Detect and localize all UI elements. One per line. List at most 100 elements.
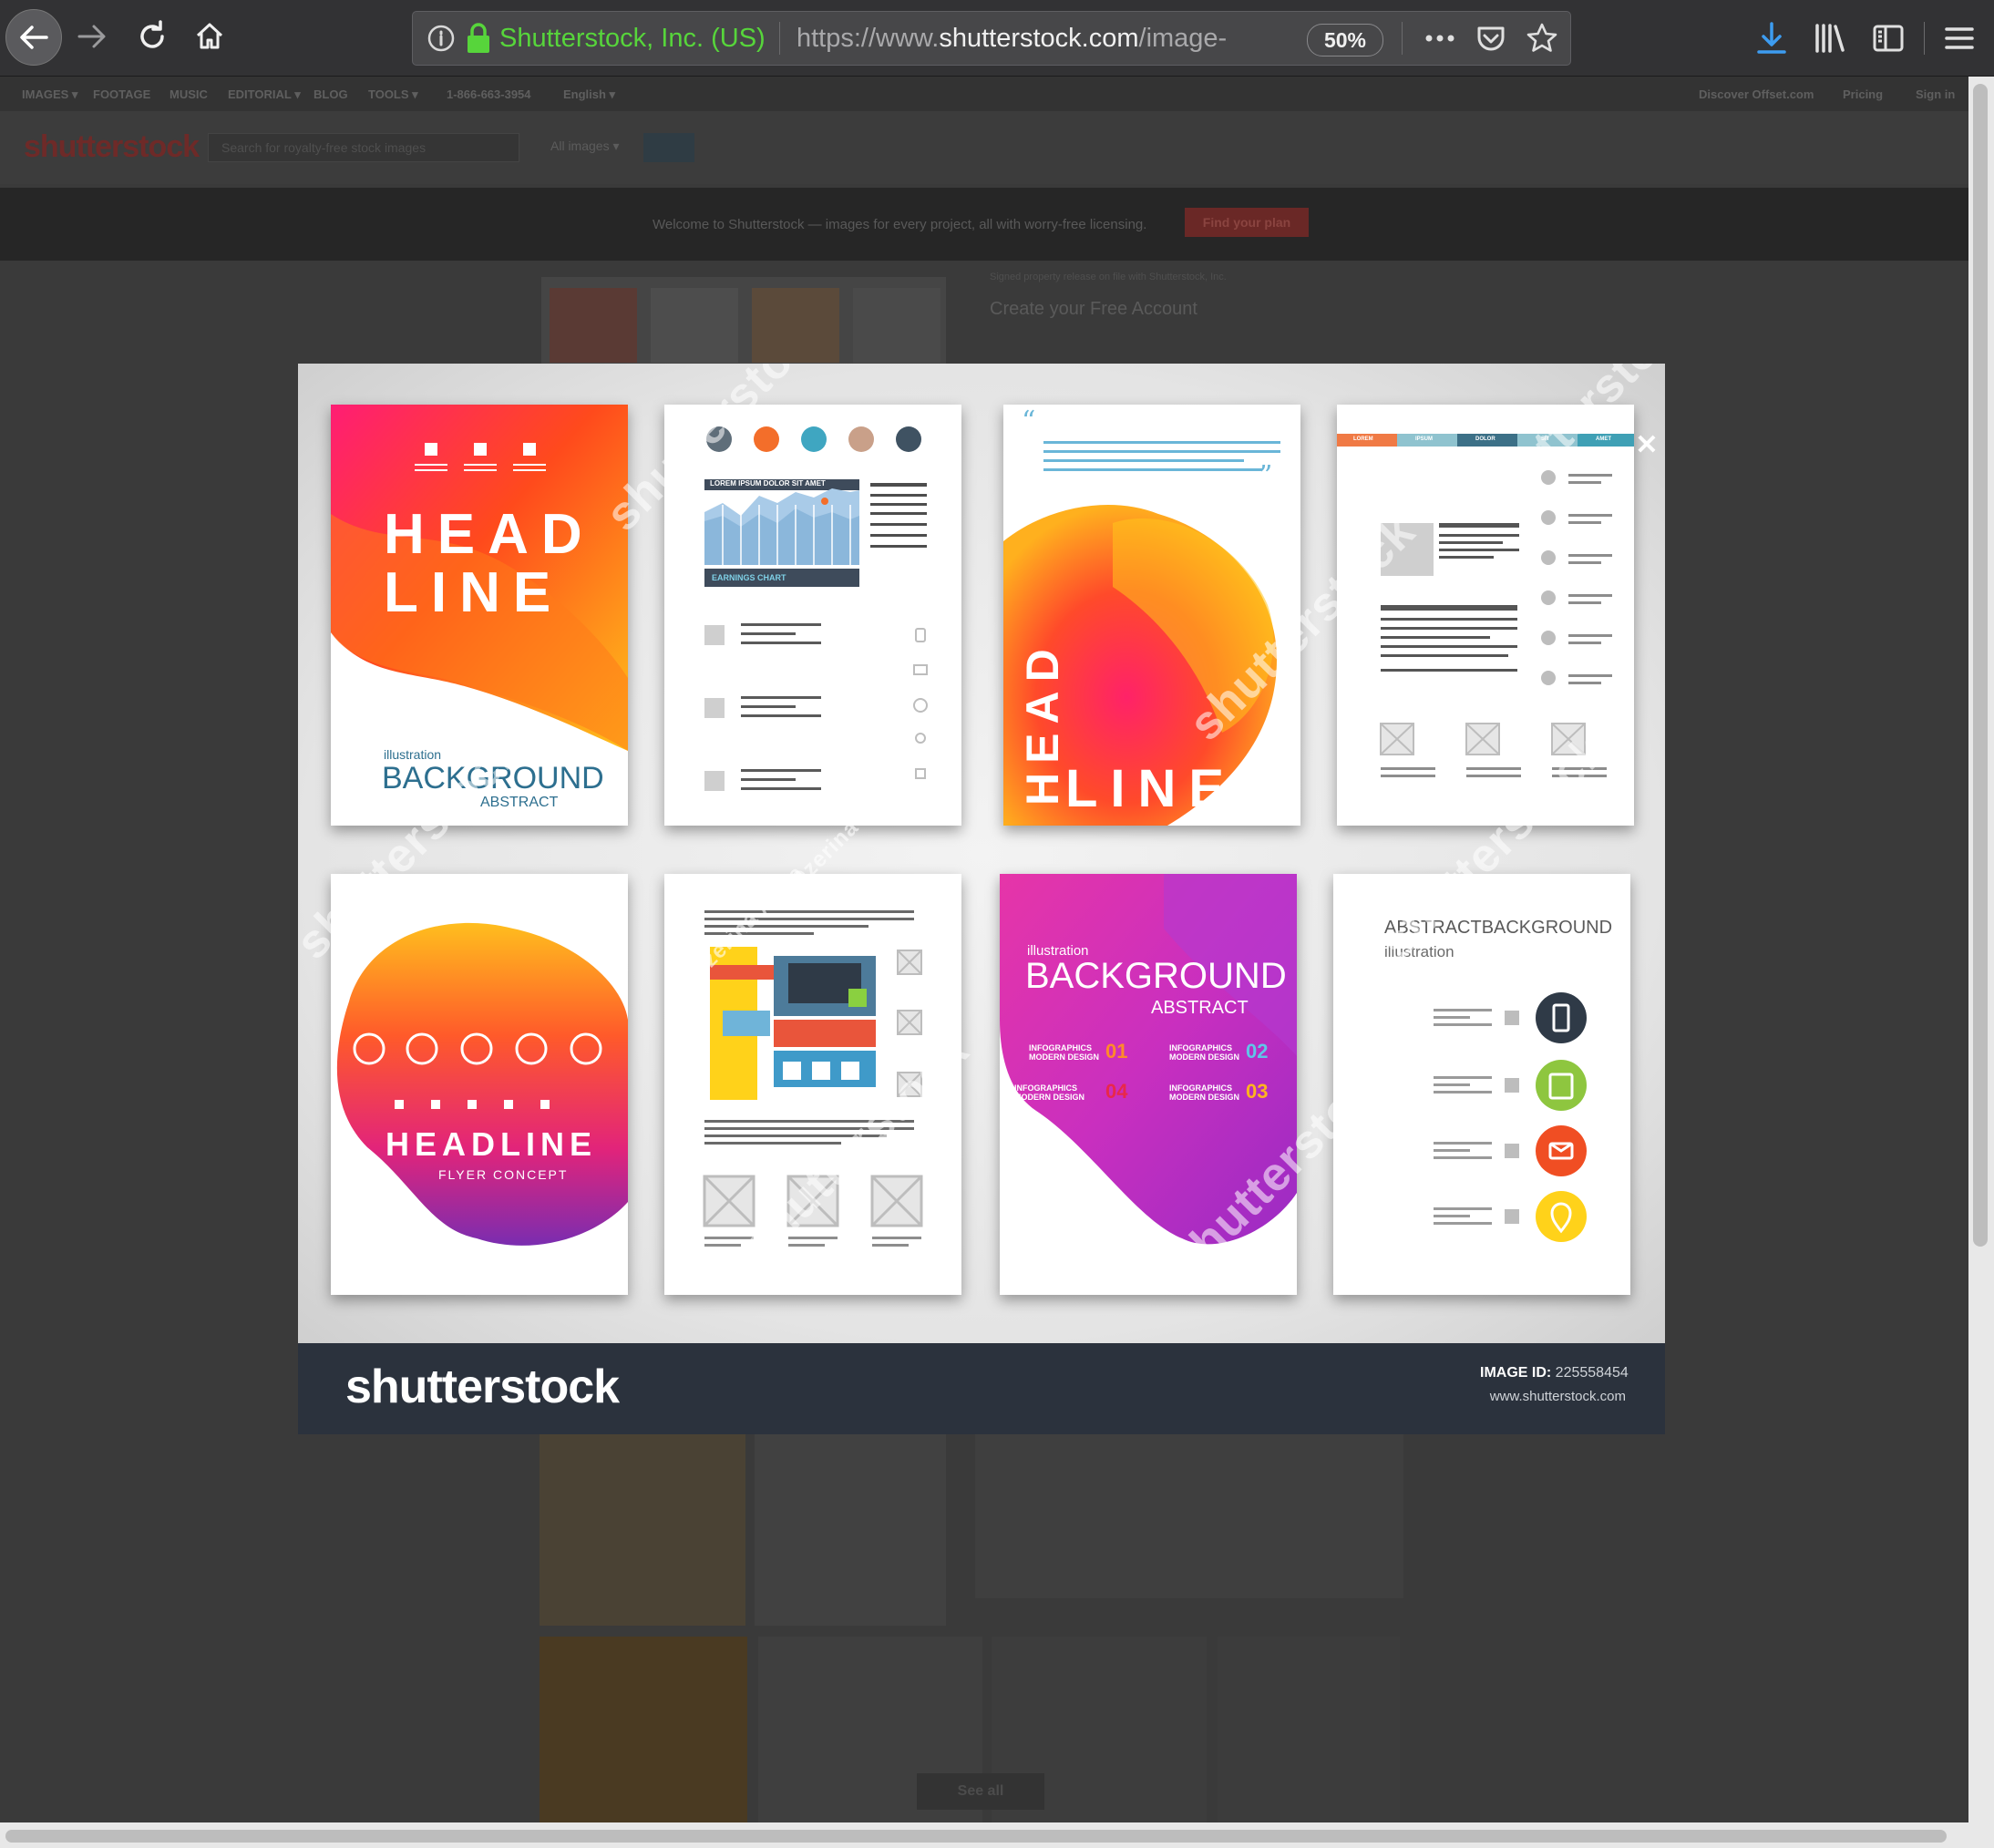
card-big-label: BACKGROUND	[1025, 956, 1287, 996]
site-identity[interactable]: Shutterstock, Inc. (US)	[499, 11, 766, 66]
nav-item-music[interactable]: MUSIC	[170, 87, 208, 101]
page-actions-icon[interactable]	[1424, 24, 1456, 53]
info-sub: MODERN DESIGN	[1014, 1093, 1085, 1102]
related-thumbnail[interactable]	[1218, 1637, 1400, 1822]
card-headline-line1: HEAD	[384, 503, 595, 566]
related-thumbnail[interactable]	[540, 1637, 747, 1822]
divider	[1924, 22, 1925, 55]
image-id-value: 225558454	[1555, 1365, 1629, 1381]
vertical-scrollbar-thumb[interactable]	[1973, 84, 1988, 1247]
horizontal-scrollbar-thumb[interactable]	[5, 1830, 1947, 1843]
nav-item-images[interactable]: IMAGES ▾	[22, 87, 77, 102]
site-logo[interactable]: shutterstock	[24, 129, 200, 165]
image-type-filter[interactable]: All images ▾	[550, 139, 620, 154]
url-domain: shutterstock.com	[939, 24, 1139, 53]
nav-offset-link[interactable]: Discover Offset.com	[1699, 87, 1814, 101]
related-thumbnail[interactable]	[540, 1434, 745, 1626]
thumbnail[interactable]	[651, 288, 738, 363]
card-small-label: illustration	[384, 747, 442, 762]
browser-toolbar: Shutterstock, Inc. (US) https://www.shut…	[0, 0, 1994, 77]
close-icon[interactable]: ✕	[1633, 432, 1660, 459]
info-number-01: 01	[1105, 1040, 1128, 1063]
promo-banner: Welcome to Shutterstock — images for eve…	[0, 188, 1968, 261]
divider	[1402, 22, 1403, 55]
info-label: INFOGRAPHICS	[1169, 1083, 1233, 1093]
nav-pricing[interactable]: Pricing	[1843, 87, 1883, 101]
url-separator	[779, 22, 780, 55]
tab-label-1: LOREM	[1353, 436, 1373, 442]
nav-phone[interactable]: 1-866-663-3954	[447, 87, 531, 101]
info-block-03: INFOGRAPHICS MODERN DESIGN	[1169, 1083, 1239, 1102]
search-button[interactable]	[643, 133, 694, 162]
info-number-04: 04	[1105, 1080, 1128, 1103]
card-sub-label: FLYER CONCEPT	[438, 1167, 569, 1182]
site-header: shutterstock Search for royalty-free sto…	[0, 111, 1968, 184]
infographic-layout	[704, 426, 928, 791]
related-thumbnail[interactable]	[755, 1434, 946, 1626]
nav-item-tools[interactable]: TOOLS ▾	[368, 87, 418, 102]
url-path: /image-	[1138, 24, 1228, 53]
see-all-button[interactable]: See all	[917, 1773, 1044, 1810]
lock-icon	[465, 22, 492, 55]
thumbnail[interactable]	[853, 288, 940, 363]
tab-label-5: AMET	[1596, 436, 1611, 442]
bookmark-star-icon[interactable]	[1526, 22, 1558, 55]
earnings-chart-label: EARNINGS CHART	[712, 573, 786, 582]
site-url-label: www.shutterstock.com	[1489, 1389, 1626, 1404]
shutterstock-logo: shutterstock	[345, 1360, 620, 1413]
card-headline-vertical: HEAD	[1017, 640, 1068, 806]
image-preview-modal: HEAD LINE illustration BACKGROUND ABSTRA…	[298, 364, 1665, 1434]
site-top-nav: IMAGES ▾ FOOTAGE MUSIC EDITORIAL ▾ BLOG …	[0, 77, 1968, 111]
nav-item-editorial[interactable]: EDITORIAL ▾	[228, 87, 301, 102]
image-id: IMAGE ID: 225558454	[1480, 1365, 1629, 1381]
create-account-heading[interactable]: Create your Free Account	[990, 299, 1197, 320]
svg-text:“: “	[1022, 406, 1035, 437]
reload-icon	[140, 20, 164, 48]
search-input[interactable]: Search for royalty-free stock images	[208, 133, 519, 162]
page-info-icon[interactable]	[427, 24, 456, 53]
modal-footer: shutterstock IMAGE ID: 225558454 www.shu…	[298, 1343, 1665, 1434]
tab-label-3: DOLOR	[1475, 436, 1496, 442]
watercolor-splash	[336, 922, 628, 1246]
downloads-icon[interactable]	[1753, 20, 1790, 56]
info-number-02: 02	[1246, 1040, 1269, 1063]
search-placeholder: Search for royalty-free stock images	[221, 140, 427, 155]
pocket-icon[interactable]	[1475, 22, 1507, 55]
find-plan-button[interactable]: Find your plan	[1185, 208, 1309, 237]
url-text[interactable]: https://www.shutterstock.com/image-	[797, 11, 1234, 66]
reload-button[interactable]	[126, 10, 179, 63]
info-label: INFOGRAPHICS	[1169, 1043, 1233, 1052]
back-button[interactable]	[5, 9, 62, 66]
info-label: INFOGRAPHICS	[1029, 1043, 1093, 1052]
library-icon[interactable]	[1812, 20, 1848, 56]
zoom-level-badge[interactable]: 50%	[1307, 24, 1383, 56]
home-icon	[196, 23, 223, 49]
preview-image: HEAD LINE illustration BACKGROUND ABSTRA…	[298, 364, 1665, 1343]
flyer-headline-concept: HEADLINE FLYER CONCEPT	[331, 874, 628, 1295]
info-number-03: 03	[1246, 1080, 1269, 1103]
card-headline-horizontal: LINE	[1065, 759, 1238, 818]
card-sub-label: ABSTRACT	[1151, 998, 1249, 1018]
card-headline-line2: LINE	[384, 561, 564, 624]
arrow-left-icon	[20, 26, 48, 49]
home-button[interactable]	[183, 10, 236, 63]
nav-item-blog[interactable]: BLOG	[313, 87, 348, 101]
menu-icon[interactable]	[1941, 20, 1978, 56]
info-block-01: INFOGRAPHICS MODERN DESIGN	[1029, 1043, 1099, 1062]
nav-item-footage[interactable]: FOOTAGE	[93, 87, 150, 101]
nav-sign-in[interactable]: Sign in	[1916, 87, 1955, 101]
nav-language[interactable]: English ▾	[563, 87, 615, 102]
svg-text:”: ”	[1259, 460, 1272, 492]
promo-text: Welcome to Shutterstock — images for eve…	[653, 217, 1147, 232]
thumbnail[interactable]	[550, 288, 637, 363]
related-thumbnail[interactable]	[975, 1434, 1403, 1598]
info-sub: MODERN DESIGN	[1169, 1093, 1240, 1102]
info-block-02: INFOGRAPHICS MODERN DESIGN	[1169, 1043, 1239, 1062]
flyer-earnings-chart: LOREM IPSUM DOLOR SIT AMET EARNINGS CHAR…	[664, 405, 961, 826]
forward-button[interactable]	[66, 10, 118, 63]
thumbnail[interactable]	[752, 288, 839, 363]
sidebar-toggle-icon[interactable]	[1870, 20, 1907, 56]
tab-label-2: IPSUM	[1415, 436, 1434, 442]
image-id-label: IMAGE ID:	[1480, 1365, 1552, 1381]
arrow-right-icon	[77, 25, 106, 48]
